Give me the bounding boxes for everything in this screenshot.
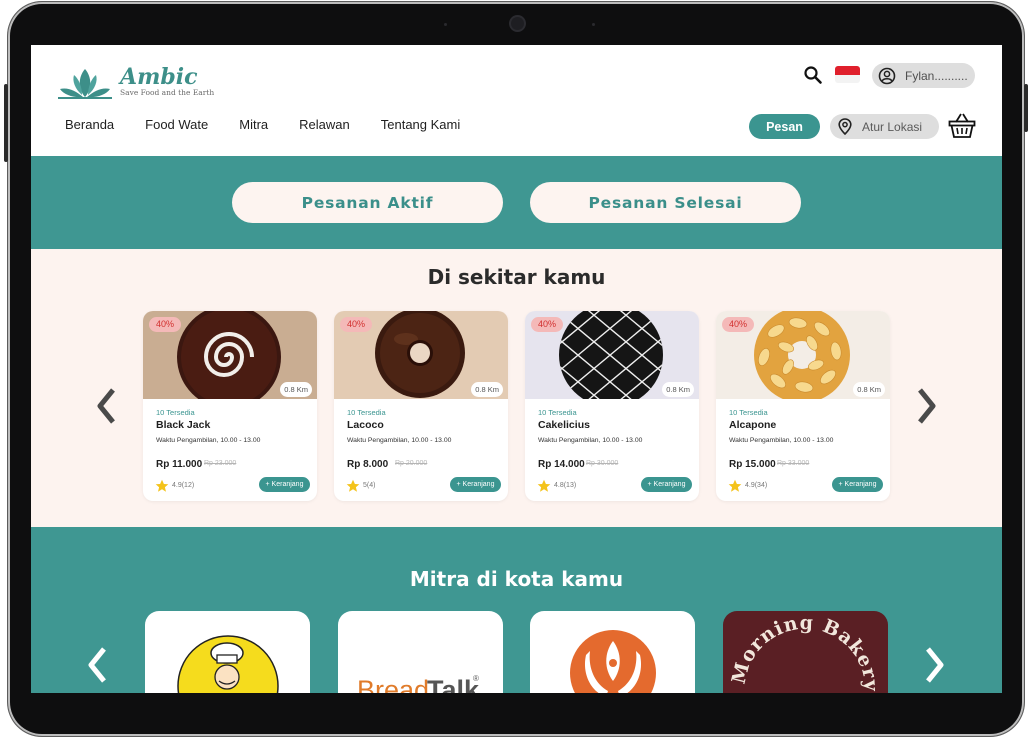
product-card[interactable]: 40% 0.8 Km 10 Tersedia Black Jack Waktu … bbox=[143, 311, 317, 501]
nav-item-relawan[interactable]: Relawan bbox=[299, 117, 350, 132]
breadtalk-bread-text: Bread bbox=[357, 675, 429, 693]
tablet-frame: Ambic Save Food and the Earth Beranda Fo… bbox=[4, 2, 1028, 736]
old-price: Rp 30.000 bbox=[586, 460, 619, 467]
star-icon bbox=[728, 479, 742, 492]
site-header: Ambic Save Food and the Earth Beranda Fo… bbox=[31, 45, 1002, 156]
product-price: Rp 8.000 bbox=[347, 459, 389, 470]
rating-text: 4.9(12) bbox=[172, 482, 195, 489]
nearby-title: Di sekitar kamu bbox=[427, 265, 606, 289]
nav-item-food-waste[interactable]: Food Wate bbox=[145, 117, 208, 132]
nav-item-tentang-kami[interactable]: Tentang Kami bbox=[381, 117, 461, 132]
camera-icon bbox=[511, 17, 524, 30]
morning-bakery-text: Morning Bakery bbox=[728, 612, 882, 693]
search-icon[interactable] bbox=[803, 65, 823, 85]
availability-text: 10 Tersedia bbox=[729, 408, 768, 417]
product-name: Lacoco bbox=[347, 419, 384, 431]
order-tabs-band: Pesanan Aktif Pesanan Selesai bbox=[31, 156, 1002, 249]
availability-text: 10 Tersedia bbox=[156, 408, 195, 417]
main-nav: Beranda Food Wate Mitra Relawan Tentang … bbox=[65, 117, 491, 132]
user-name: Fylan.......... bbox=[905, 68, 968, 83]
partner-card[interactable]: Morning Bakery bbox=[723, 611, 888, 693]
pickup-time: Waktu Pengambilan, 10.00 - 13.00 bbox=[156, 437, 261, 444]
partners-title: Mitra di kota kamu bbox=[409, 567, 624, 591]
product-name: Black Jack bbox=[156, 419, 211, 431]
nearby-section: Di sekitar kamu 40% 0.8 Km 10 Tersedia B… bbox=[31, 249, 1002, 527]
set-location-label: Atur Lokasi bbox=[862, 119, 923, 134]
breadtalk-registered-mark: ® bbox=[473, 674, 479, 683]
discount-badge: 40% bbox=[722, 317, 755, 332]
tablet-sensor bbox=[444, 23, 447, 26]
morning-bakery-logo: Morning Bakery bbox=[728, 612, 883, 693]
partner-card[interactable] bbox=[530, 611, 695, 693]
pickup-time: Waktu Pengambilan, 10.00 - 13.00 bbox=[729, 437, 834, 444]
lotus-icon bbox=[58, 69, 112, 99]
svg-text:Morning Bakery: Morning Bakery bbox=[728, 612, 883, 693]
star-icon bbox=[346, 479, 360, 492]
add-to-cart-button[interactable]: + Keranjang bbox=[259, 477, 310, 492]
rating-text: 4.8(13) bbox=[554, 482, 577, 489]
pickup-time: Waktu Pengambilan, 10.00 - 13.00 bbox=[538, 437, 643, 444]
brand-tagline: Save Food and the Earth bbox=[120, 88, 215, 97]
brand-logo[interactable]: Ambic Save Food and the Earth bbox=[56, 64, 216, 99]
product-price: Rp 11.000 bbox=[156, 459, 203, 470]
volume-button bbox=[4, 84, 8, 162]
add-to-cart-button[interactable]: + Keranjang bbox=[832, 477, 883, 492]
old-price: Rp 23.000 bbox=[204, 460, 237, 467]
product-price: Rp 14.000 bbox=[538, 459, 585, 470]
nav-item-beranda[interactable]: Beranda bbox=[65, 117, 114, 132]
availability-text: 10 Tersedia bbox=[347, 408, 386, 417]
availability-text: 10 Tersedia bbox=[538, 408, 577, 417]
distance-badge: 0.8 Km bbox=[853, 382, 885, 397]
nav-item-mitra[interactable]: Mitra bbox=[239, 117, 268, 132]
chevron-right-icon[interactable] bbox=[924, 645, 946, 685]
discount-badge: 40% bbox=[340, 317, 373, 332]
product-name: Alcapone bbox=[729, 419, 777, 431]
discount-badge: 40% bbox=[531, 317, 564, 332]
tab-active-orders[interactable]: Pesanan Aktif bbox=[232, 182, 503, 223]
rating-text: 4.9(34) bbox=[745, 482, 768, 489]
brand-name: Ambic bbox=[120, 64, 198, 90]
chevron-right-icon[interactable] bbox=[916, 386, 938, 426]
star-icon bbox=[537, 479, 551, 492]
add-to-cart-button[interactable]: + Keranjang bbox=[450, 477, 501, 492]
tablet-sensor bbox=[592, 23, 595, 26]
pickup-time: Waktu Pengambilan, 10.00 - 13.00 bbox=[347, 437, 452, 444]
user-circle-icon bbox=[878, 67, 896, 84]
product-card[interactable]: 40% 0.8 Km 10 Tersedia Alcapone Waktu Pe… bbox=[716, 311, 890, 501]
old-price: Rp 33.000 bbox=[777, 460, 810, 467]
screen: Ambic Save Food and the Earth Beranda Fo… bbox=[31, 45, 1002, 693]
location-pin-icon bbox=[838, 118, 852, 135]
chevron-left-icon[interactable] bbox=[95, 386, 117, 426]
add-to-cart-button[interactable]: + Keranjang bbox=[641, 477, 692, 492]
partner-card[interactable]: Bread Talk ® bbox=[338, 611, 503, 693]
product-name: Cakelicius bbox=[538, 419, 590, 431]
order-button[interactable]: Pesan bbox=[749, 114, 820, 139]
user-menu[interactable]: Fylan.......... bbox=[872, 63, 975, 88]
old-price: Rp 20.000 bbox=[395, 460, 428, 467]
partner-card[interactable] bbox=[145, 611, 310, 693]
indonesia-flag-icon[interactable] bbox=[835, 66, 860, 83]
partners-section: Mitra di kota kamu Bread Talk ® Morning … bbox=[31, 527, 1002, 693]
tab-completed-orders[interactable]: Pesanan Selesai bbox=[530, 182, 801, 223]
distance-badge: 0.8 Km bbox=[471, 382, 503, 397]
star-icon bbox=[155, 479, 169, 492]
product-card[interactable]: 40% 0.8 Km 10 Tersedia Lacoco Waktu Peng… bbox=[334, 311, 508, 501]
discount-badge: 40% bbox=[149, 317, 182, 332]
breadtalk-logo: Bread Talk ® bbox=[357, 674, 480, 693]
set-location-button[interactable]: Atur Lokasi bbox=[830, 114, 939, 139]
orange-emblem-logo bbox=[570, 630, 656, 693]
product-price: Rp 15.000 bbox=[729, 459, 776, 470]
rating-text: 5(4) bbox=[363, 482, 376, 489]
chevron-left-icon[interactable] bbox=[86, 645, 108, 685]
distance-badge: 0.8 Km bbox=[280, 382, 312, 397]
basket-icon[interactable] bbox=[948, 111, 976, 139]
chef-logo-icon bbox=[177, 635, 279, 693]
distance-badge: 0.8 Km bbox=[662, 382, 694, 397]
power-button bbox=[1024, 84, 1028, 132]
product-card[interactable]: 40% 0.8 Km 10 Tersedia Cakelicius Waktu … bbox=[525, 311, 699, 501]
